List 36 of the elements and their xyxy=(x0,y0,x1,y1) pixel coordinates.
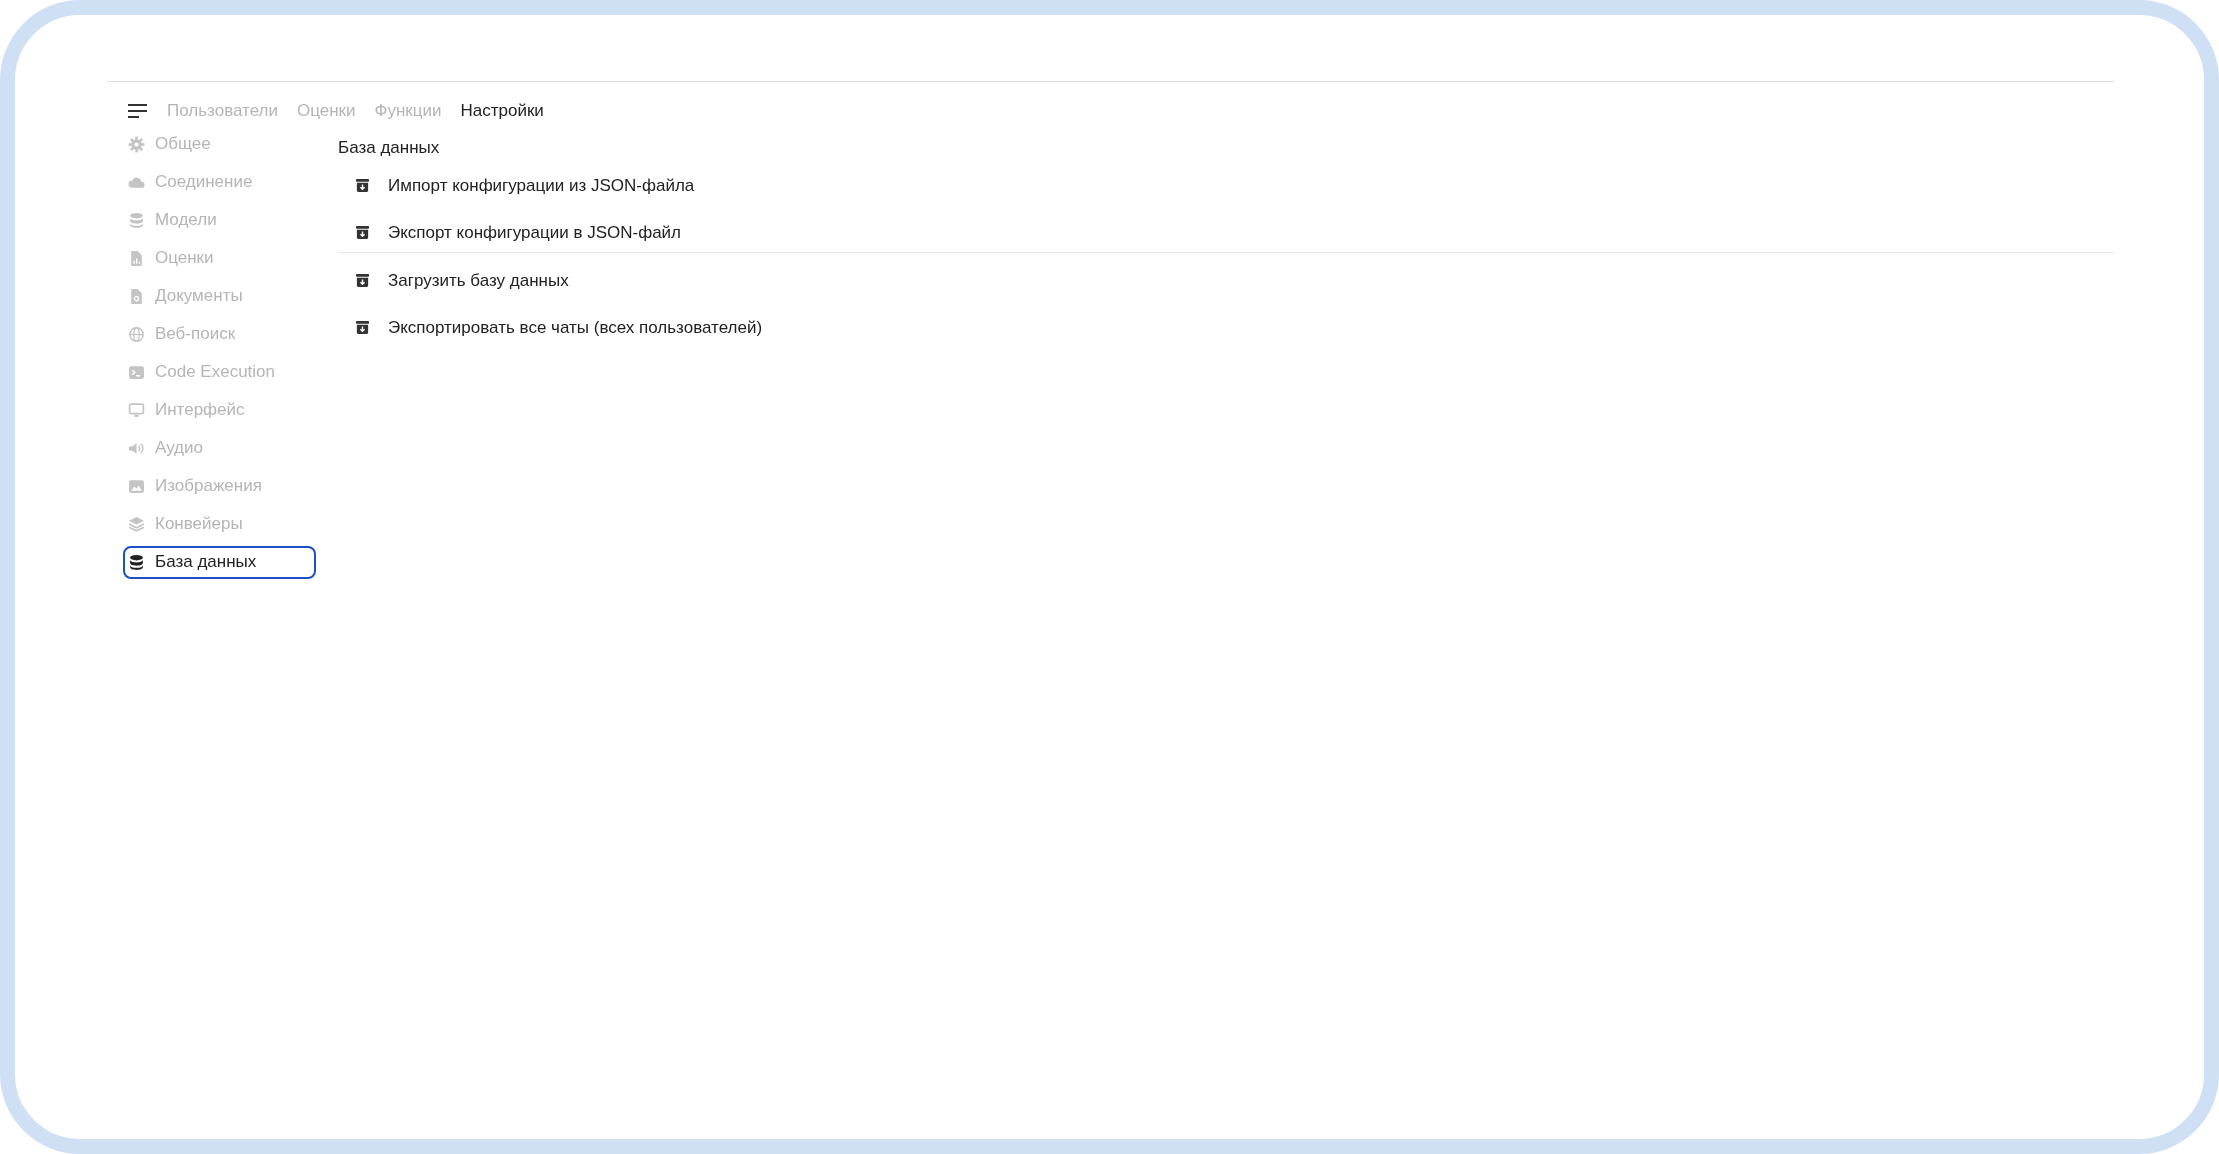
action-button[interactable]: Экспорт конфигурации в JSON-файл xyxy=(338,218,2114,246)
archive-download-icon xyxy=(355,319,370,335)
globe-icon xyxy=(128,325,145,343)
sidebar-item[interactable]: Документы xyxy=(123,279,316,313)
nav-tab[interactable]: Настройки xyxy=(460,98,544,124)
section-title: База данных xyxy=(338,136,441,159)
archive-download-icon xyxy=(355,178,370,194)
sidebar-item[interactable]: Общее xyxy=(123,127,316,161)
sidebar-item[interactable]: Конвейеры xyxy=(123,507,316,541)
terminal-icon xyxy=(128,363,145,381)
monitor-icon xyxy=(128,401,145,419)
sidebar-item[interactable]: База данных xyxy=(123,545,316,579)
document-search-icon xyxy=(128,287,145,305)
sidebar-item[interactable]: Code Execution xyxy=(123,355,316,389)
sidebar-item[interactable]: Модели xyxy=(123,203,316,237)
nav-tab[interactable]: Оценки xyxy=(296,98,356,124)
gear-icon xyxy=(128,135,145,153)
sidebar-item[interactable]: Оценки xyxy=(123,241,316,275)
menu-icon[interactable] xyxy=(128,102,148,119)
sidebar-item[interactable]: Изображения xyxy=(123,469,316,503)
nav-tab[interactable]: Функции xyxy=(374,98,442,124)
sidebar-item[interactable]: Аудио xyxy=(123,431,316,465)
action-button[interactable]: Экспортировать все чаты (всех пользователей) xyxy=(338,313,2114,341)
image-icon xyxy=(128,477,145,495)
database-icon xyxy=(128,553,145,571)
nav-tab[interactable]: Пользователи xyxy=(167,98,278,124)
action-button[interactable]: Импорт конфигурации из JSON-файла xyxy=(338,172,2114,200)
chart-document-icon xyxy=(128,249,145,267)
sidebar-item[interactable]: Соединение xyxy=(123,165,316,199)
sidebar-item[interactable]: Интерфейс xyxy=(123,393,316,427)
database-icon xyxy=(128,211,145,229)
action-button[interactable]: Загрузить базу данных xyxy=(338,267,2114,295)
archive-download-icon xyxy=(355,273,370,289)
layers-icon xyxy=(128,515,145,533)
archive-download-icon xyxy=(355,224,370,240)
sidebar-item[interactable]: Веб-поиск xyxy=(123,317,316,351)
